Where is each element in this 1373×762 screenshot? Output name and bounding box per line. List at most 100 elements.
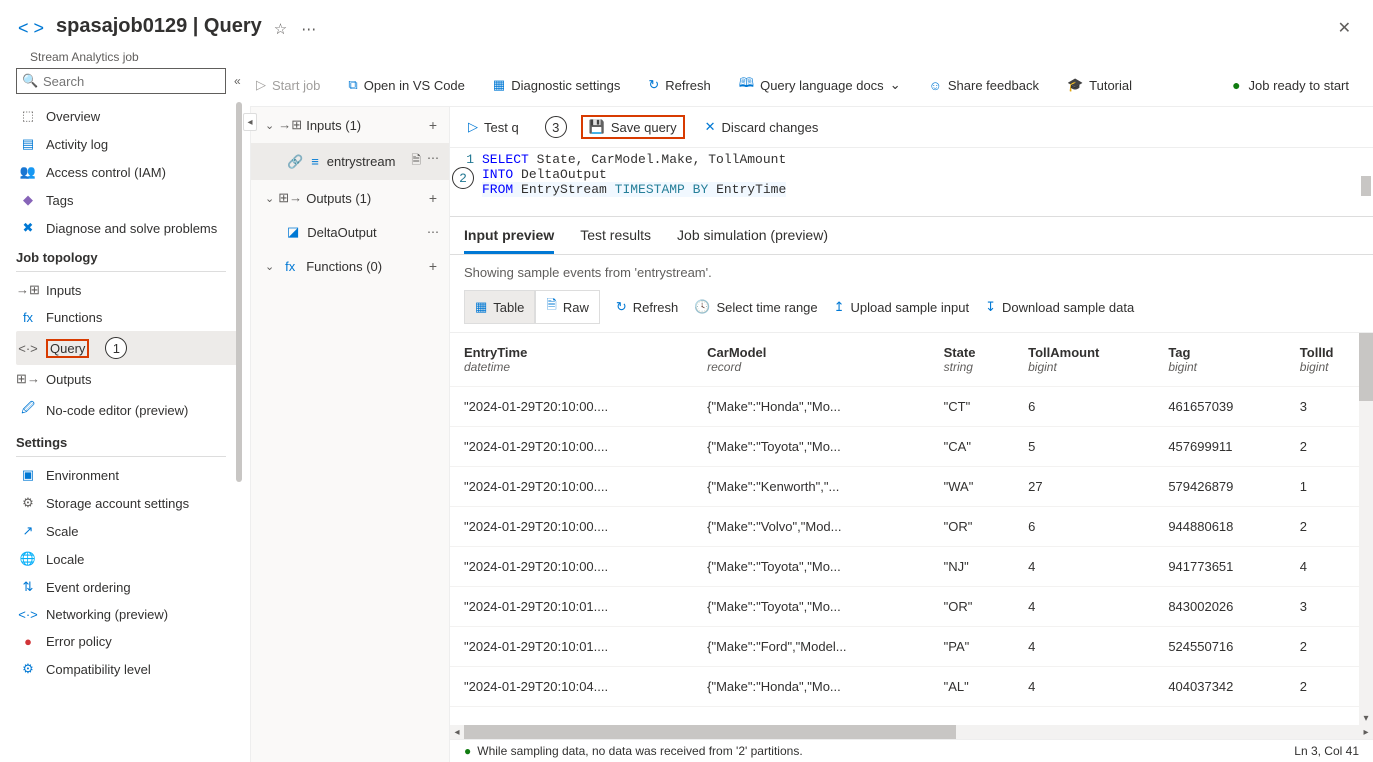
scroll-right-icon[interactable]: ▸ — [1359, 725, 1373, 739]
tree-outputs-group[interactable]: ⌄ ⊞→ Outputs (1) + — [251, 180, 449, 216]
nav-item-compatibility-level[interactable]: ⚙Compatibility level — [16, 655, 242, 683]
scroll-down-icon[interactable]: ▾ — [1359, 711, 1373, 725]
tab-input-preview[interactable]: Input preview — [464, 227, 554, 254]
table-cell: "2024-01-29T20:10:00.... — [450, 547, 693, 587]
nav-item-locale[interactable]: 🌐Locale — [16, 545, 242, 573]
status-bar: ● While sampling data, no data was recei… — [450, 739, 1373, 762]
column-header-tag[interactable]: Tagbigint — [1154, 333, 1285, 387]
save-query-button[interactable]: 💾Save query — [581, 115, 685, 139]
column-header-state[interactable]: Statestring — [930, 333, 1014, 387]
nav-item-tags[interactable]: ◆Tags — [16, 186, 242, 214]
nav-icon: ⊞→ — [20, 371, 36, 387]
table-row[interactable]: "2024-01-29T20:10:00....{"Make":"Toyota"… — [450, 427, 1373, 467]
scroll-left-icon[interactable]: ◂ — [450, 725, 464, 739]
table-row[interactable]: "2024-01-29T20:10:00....{"Make":"Honda",… — [450, 387, 1373, 427]
nav-label: Activity log — [46, 137, 108, 152]
table-row[interactable]: "2024-01-29T20:10:01....{"Make":"Toyota"… — [450, 587, 1373, 627]
table-cell: 6 — [1014, 507, 1154, 547]
nav-icon: <·> — [20, 341, 36, 356]
collapse-nav-icon[interactable]: « — [234, 74, 241, 88]
tree-item-deltaoutput[interactable]: ◪ DeltaOutput ⋯ — [251, 216, 449, 248]
table-row[interactable]: "2024-01-29T20:10:01....{"Make":"Ford","… — [450, 627, 1373, 667]
nav-item-functions[interactable]: fxFunctions — [16, 304, 242, 331]
column-header-tollamount[interactable]: TollAmountbigint — [1014, 333, 1154, 387]
table-cell: "NJ" — [930, 547, 1014, 587]
column-header-carmodel[interactable]: CarModelrecord — [693, 333, 930, 387]
nav-label: Diagnose and solve problems — [46, 221, 217, 236]
nav-item-overview[interactable]: ⬚Overview — [16, 102, 242, 130]
download-sample-button[interactable]: ↧Download sample data — [985, 299, 1134, 315]
top-toolbar: ▷Start job ⧉Open in VS Code ▦Diagnostic … — [250, 64, 1373, 107]
nav-item-access-control-iam-[interactable]: 👥Access control (IAM) — [16, 158, 242, 186]
left-nav: 🔍 « ⬚Overview▤Activity log👥Access contro… — [0, 64, 250, 762]
table-cell: "2024-01-29T20:10:00.... — [450, 507, 693, 547]
add-output-icon[interactable]: + — [429, 190, 439, 206]
table-cell: {"Make":"Toyota","Mo... — [693, 587, 930, 627]
table-cell: 524550716 — [1154, 627, 1285, 667]
table-v-scrollbar[interactable]: ▾ — [1359, 333, 1373, 725]
tab-job-simulation[interactable]: Job simulation (preview) — [677, 227, 828, 254]
editor-content: ▷Test q 3 💾Save query ✕Discard changes 1… — [450, 107, 1373, 762]
query-docs-button[interactable]: 🕮Query language docs ⌄ — [733, 70, 907, 100]
nav-item-activity-log[interactable]: ▤Activity log — [16, 130, 242, 158]
nav-item-no-code-editor-preview-[interactable]: 🖉No-code editor (preview) — [16, 393, 242, 427]
share-feedback-button[interactable]: ☺Share feedback — [923, 74, 1045, 97]
nav-item-inputs[interactable]: →⊞Inputs — [16, 276, 242, 304]
page-title: spasajob0129 | Query — [56, 15, 262, 38]
nav-item-environment[interactable]: ▣Environment — [16, 461, 242, 489]
refresh-button[interactable]: ↻Refresh — [642, 73, 716, 97]
nav-label: No-code editor (preview) — [46, 403, 188, 418]
chevron-down-icon: ⌄ — [265, 260, 274, 273]
table-row[interactable]: "2024-01-29T20:10:04....{"Make":"Honda",… — [450, 667, 1373, 707]
table-row[interactable]: "2024-01-29T20:10:00....{"Make":"Toyota"… — [450, 547, 1373, 587]
tree-collapse-icon[interactable]: ◂ — [243, 113, 257, 131]
favorite-star-icon[interactable]: ☆ — [274, 20, 287, 38]
discard-changes-button[interactable]: ✕Discard changes — [699, 115, 825, 139]
test-query-button[interactable]: ▷Test q — [462, 115, 525, 139]
table-view-button[interactable]: ▦Table — [464, 290, 535, 324]
table-h-scrollbar[interactable]: ◂ ▸ — [450, 725, 1373, 739]
nav-item-outputs[interactable]: ⊞→Outputs — [16, 365, 242, 393]
nav-item-diagnose-and-solve-problems[interactable]: ✖Diagnose and solve problems — [16, 214, 242, 242]
query-editor[interactable]: 1 2 3 SELECT State, CarModel.Make, TollA… — [450, 148, 1373, 217]
table-cell: 4 — [1014, 587, 1154, 627]
nav-item-query[interactable]: <·>Query1 — [16, 331, 242, 365]
more-icon[interactable]: ⋯ — [427, 225, 439, 239]
start-job-button[interactable]: ▷Start job — [250, 73, 326, 97]
table-cell: 944880618 — [1154, 507, 1285, 547]
close-icon[interactable]: ✕ — [1334, 14, 1355, 42]
add-function-icon[interactable]: + — [429, 258, 439, 274]
search-input[interactable] — [16, 68, 226, 94]
preview-tabs: Input preview Test results Job simulatio… — [450, 217, 1373, 255]
refresh-preview-button[interactable]: ↻Refresh — [616, 299, 678, 315]
diagnostic-settings-button[interactable]: ▦Diagnostic settings — [487, 73, 626, 97]
tree-functions-group[interactable]: ⌄ fx Functions (0) + — [251, 248, 449, 284]
nav-item-scale[interactable]: ↗Scale — [16, 517, 242, 545]
nav-item-event-ordering[interactable]: ⇅Event ordering — [16, 573, 242, 601]
nav-item-error-policy[interactable]: ●Error policy — [16, 628, 242, 655]
tree-inputs-group[interactable]: ⌄ →⊞ Inputs (1) + — [251, 107, 449, 143]
table-cell: {"Make":"Ford","Model... — [693, 627, 930, 667]
raw-view-button[interactable]: 🗎Raw — [535, 290, 599, 324]
table-cell: {"Make":"Kenworth","... — [693, 467, 930, 507]
nav-item-storage-account-settings[interactable]: ⚙Storage account settings — [16, 489, 242, 517]
tree-item-entrystream[interactable]: 🔗 ≡ entrystream 🗎 ⋯ — [251, 143, 449, 180]
nav-icon: 🌐 — [20, 551, 36, 567]
tutorial-button[interactable]: 🎓Tutorial — [1061, 73, 1138, 97]
add-input-icon[interactable]: + — [429, 117, 439, 133]
table-row[interactable]: "2024-01-29T20:10:00....{"Make":"Volvo",… — [450, 507, 1373, 547]
tab-test-results[interactable]: Test results — [580, 227, 651, 254]
table-row[interactable]: "2024-01-29T20:10:00....{"Make":"Kenwort… — [450, 467, 1373, 507]
more-icon[interactable]: ⋯ — [301, 20, 316, 38]
leftnav-scrollbar[interactable] — [236, 102, 242, 482]
table-cell: {"Make":"Honda","Mo... — [693, 667, 930, 707]
upload-sample-button[interactable]: ↥Upload sample input — [834, 299, 969, 315]
open-vscode-button[interactable]: ⧉Open in VS Code — [342, 73, 470, 97]
code-area[interactable]: SELECT State, CarModel.Make, TollAmountI… — [482, 152, 786, 204]
nav-item-networking-preview-[interactable]: <·>Networking (preview) — [16, 601, 242, 628]
column-header-entrytime[interactable]: EntryTimedatetime — [450, 333, 693, 387]
editor-scrollbar[interactable] — [1361, 148, 1371, 216]
select-time-range-button[interactable]: 🕓Select time range — [694, 299, 817, 315]
more-icon[interactable]: ⋯ — [427, 151, 439, 172]
file-icon[interactable]: 🗎 — [411, 151, 421, 172]
